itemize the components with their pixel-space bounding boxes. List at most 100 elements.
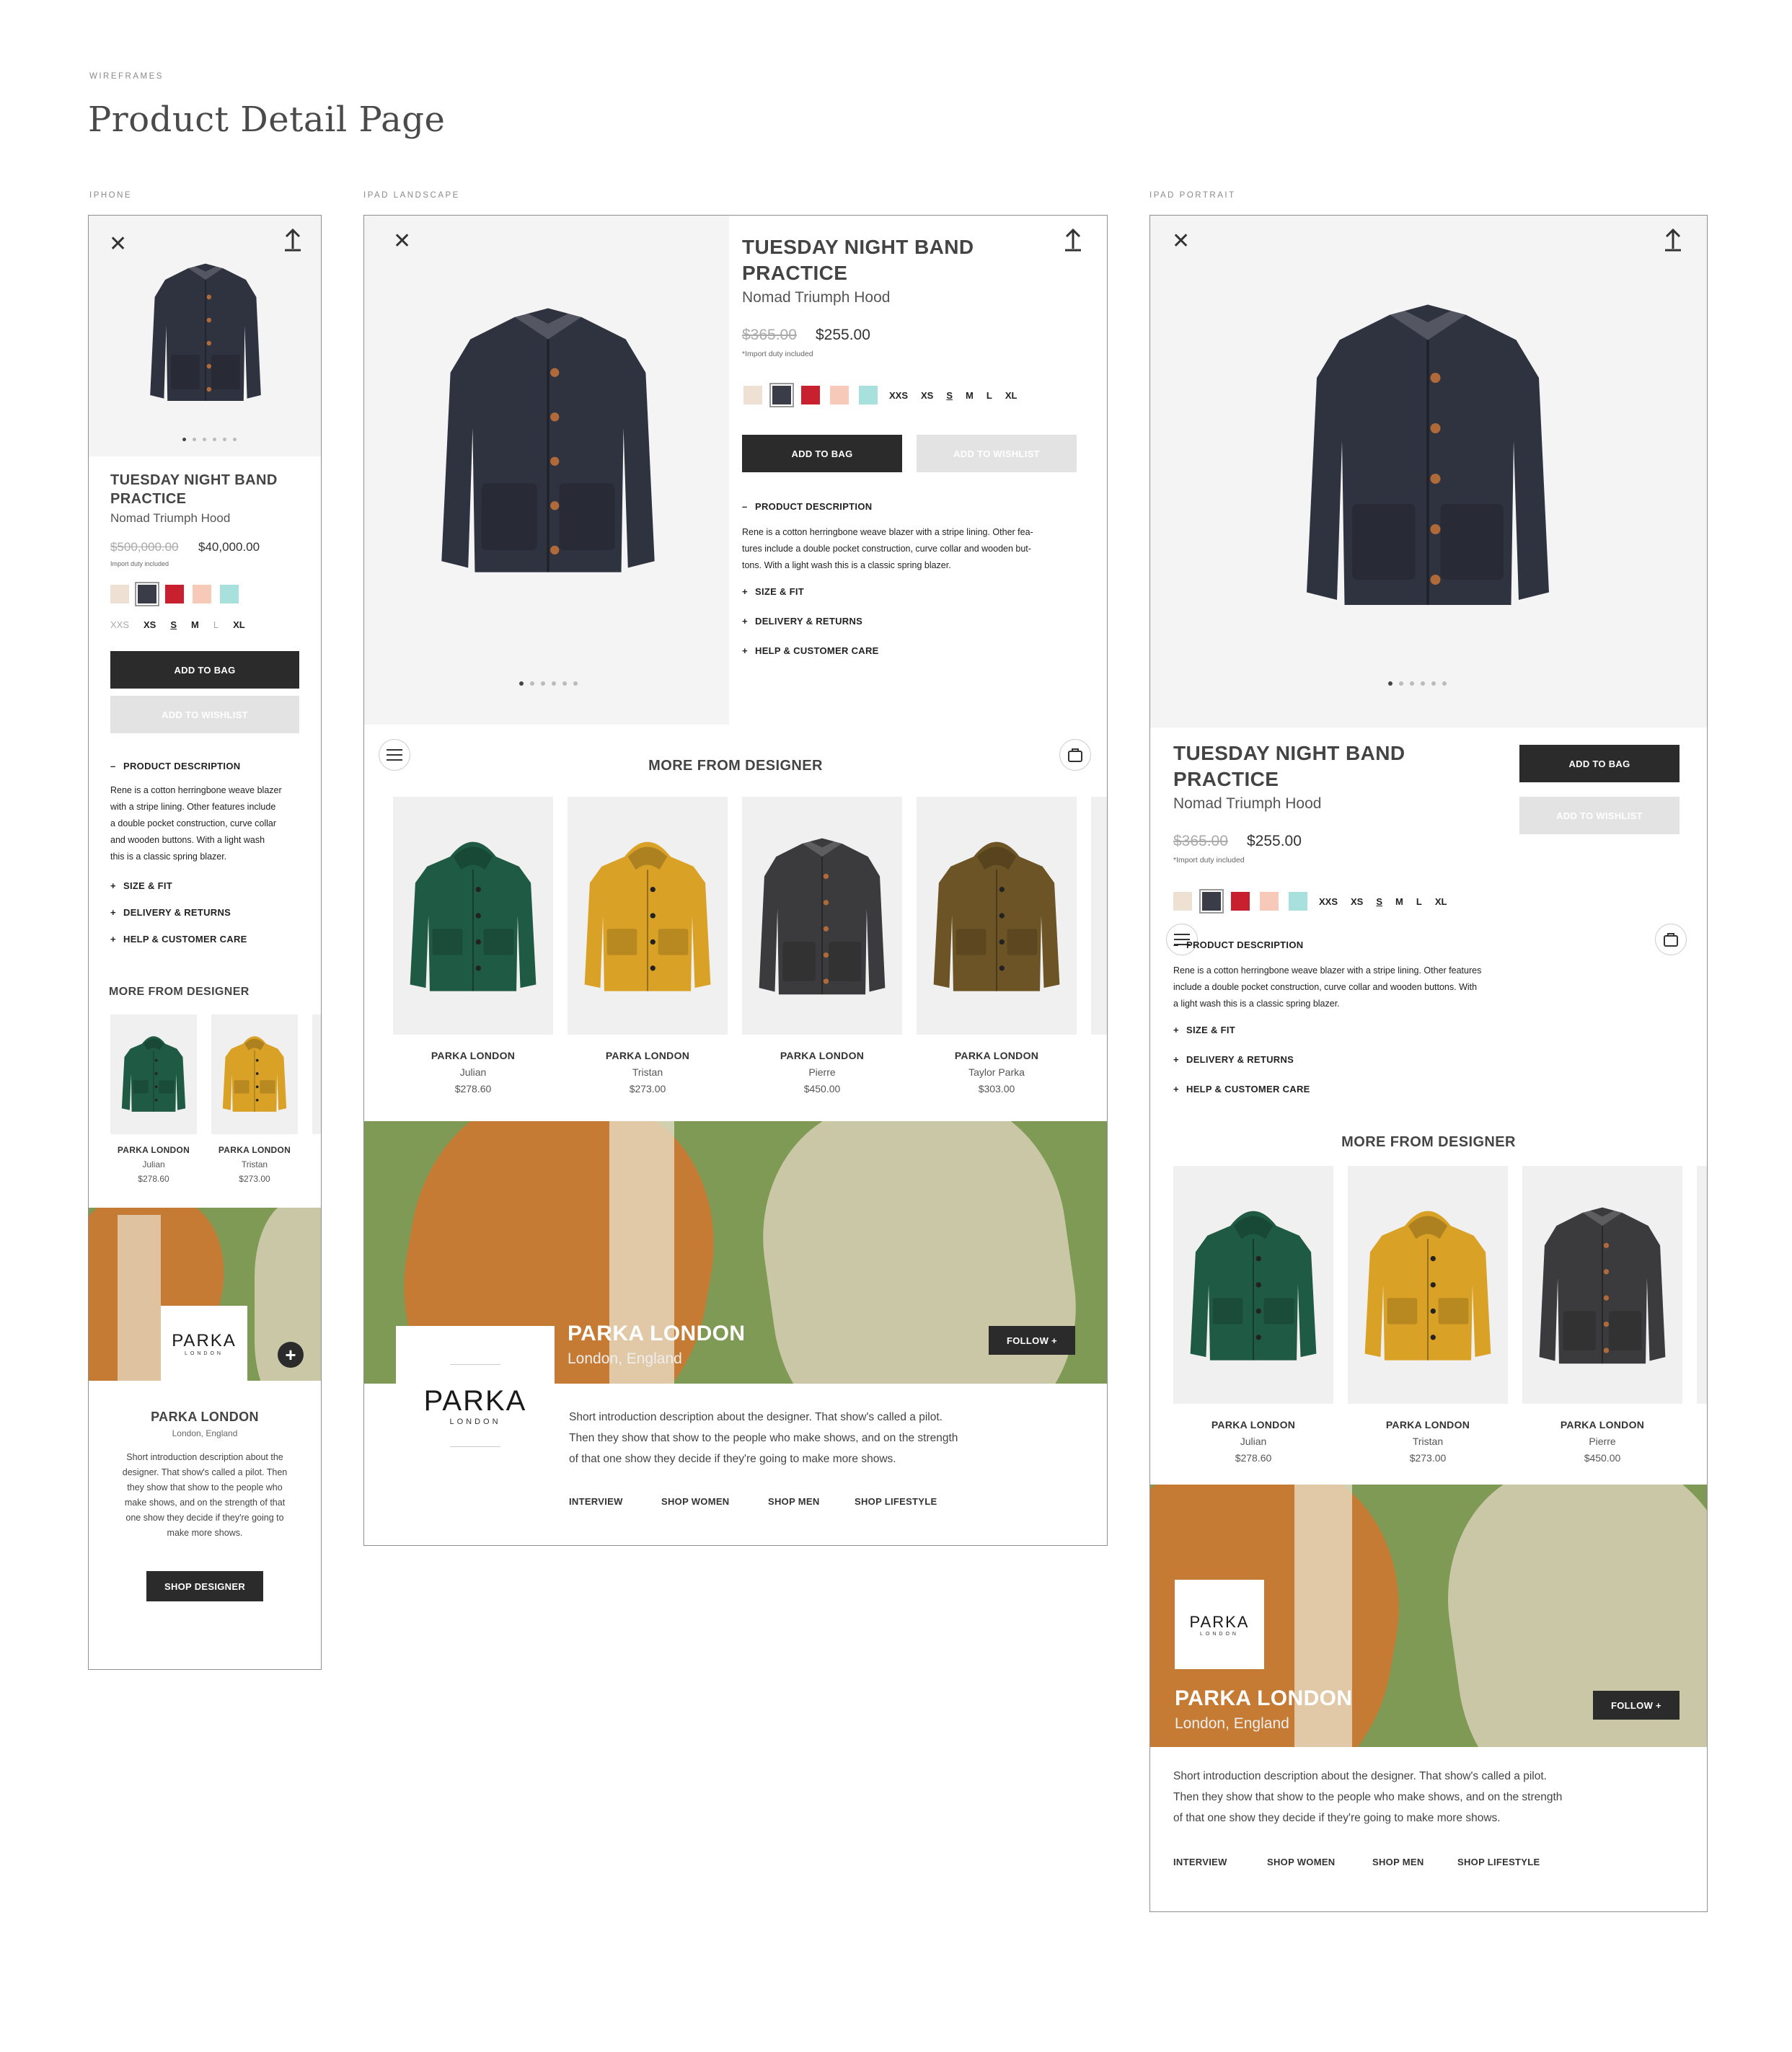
size-xxs[interactable]: XXS: [110, 619, 129, 630]
swatch-cream[interactable]: [110, 585, 129, 603]
size-m[interactable]: M: [966, 390, 974, 401]
section-help[interactable]: + HELP & CUSTOMER CARE: [1173, 1084, 1310, 1094]
swatch-cream[interactable]: [1173, 892, 1192, 911]
section-delivery-returns[interactable]: + DELIVERY & RETURNS: [742, 616, 862, 627]
swatch-aqua[interactable]: [1289, 892, 1307, 911]
follow-plus-icon[interactable]: +: [278, 1342, 304, 1368]
section-help[interactable]: + HELP & CUSTOMER CARE: [742, 645, 879, 656]
close-icon[interactable]: ✕: [1172, 229, 1190, 254]
section-product-description[interactable]: – PRODUCT DESCRIPTION: [110, 761, 240, 771]
product-card-image[interactable]: [1697, 1166, 1707, 1404]
follow-button[interactable]: FOLLOW +: [989, 1326, 1075, 1355]
product-card-image[interactable]: [1348, 1166, 1508, 1404]
product-card-image[interactable]: [211, 1014, 298, 1134]
size-s[interactable]: S: [946, 390, 953, 401]
add-to-wishlist-button[interactable]: ADD TO WISHLIST: [110, 696, 299, 733]
add-to-wishlist-button[interactable]: ADD TO WISHLIST: [1519, 797, 1680, 834]
product-card[interactable]: PARKA LONDON Tristan $273.00: [568, 1048, 728, 1097]
swatch-charcoal[interactable]: [1199, 889, 1224, 914]
swatch-cream[interactable]: [743, 386, 762, 404]
size-xxs[interactable]: XXS: [1319, 896, 1338, 907]
product-card[interactable]: PARKA LONDON Pierre $450.00: [742, 1048, 902, 1097]
product-card-image[interactable]: [742, 797, 902, 1035]
tab-shop-men[interactable]: SHOP MEN: [768, 1496, 820, 1507]
section-delivery-returns[interactable]: + DELIVERY & RETURNS: [110, 907, 231, 918]
tab-interview[interactable]: INTERVIEW: [569, 1496, 623, 1507]
size-m[interactable]: M: [1395, 896, 1403, 907]
swatch-aqua[interactable]: [220, 585, 239, 603]
section-product-description[interactable]: – PRODUCT DESCRIPTION: [742, 501, 872, 512]
size-xxs[interactable]: XXS: [889, 390, 908, 401]
swatch-charcoal[interactable]: [769, 383, 794, 407]
add-to-bag-button[interactable]: ADD TO BAG: [110, 651, 299, 689]
size-m[interactable]: M: [191, 619, 199, 630]
swatch-peach[interactable]: [193, 585, 211, 603]
add-to-wishlist-button[interactable]: ADD TO WISHLIST: [917, 435, 1077, 472]
tab-shop-women[interactable]: SHOP WOMEN: [1267, 1857, 1336, 1867]
tab-interview[interactable]: INTERVIEW: [1173, 1857, 1227, 1867]
bag-icon[interactable]: [1655, 924, 1687, 955]
product-subtitle: Nomad Triumph Hood: [1173, 795, 1322, 812]
tab-shop-lifestyle[interactable]: SHOP LIFESTYLE: [855, 1496, 937, 1507]
product-card[interactable]: PARKA LONDON Julian $278.60: [110, 1143, 197, 1186]
section-delivery-returns[interactable]: + DELIVERY & RETURNS: [1173, 1054, 1294, 1065]
size-xl[interactable]: XL: [1435, 896, 1447, 907]
size-xl[interactable]: XL: [233, 619, 245, 630]
swatch-peach[interactable]: [1260, 892, 1279, 911]
size-l[interactable]: L: [213, 619, 219, 630]
section-size-fit[interactable]: + SIZE & FIT: [742, 586, 804, 597]
product-card-image[interactable]: [312, 1014, 321, 1134]
swatch-red[interactable]: [801, 386, 820, 404]
carousel-dots[interactable]: [519, 681, 578, 686]
section-product-description[interactable]: – PRODUCT DESCRIPTION: [1173, 939, 1303, 950]
carousel-dots[interactable]: [1388, 681, 1447, 686]
product-card-image[interactable]: [110, 1014, 197, 1134]
swatch-charcoal[interactable]: [135, 582, 159, 606]
product-card[interactable]: PARKA LONDON Taylor Parka $303.00: [917, 1048, 1077, 1097]
size-xs[interactable]: XS: [144, 619, 156, 630]
size-l[interactable]: L: [1416, 896, 1422, 907]
tab-shop-lifestyle[interactable]: SHOP LIFESTYLE: [1457, 1857, 1540, 1867]
product-card-image[interactable]: [917, 797, 1077, 1035]
size-xl[interactable]: XL: [1005, 390, 1018, 401]
product-card[interactable]: PARKA LONDON Julian $278.60: [1173, 1417, 1333, 1467]
size-l[interactable]: L: [987, 390, 992, 401]
product-card[interactable]: PARKA LONDON Tristan $273.00: [211, 1143, 298, 1186]
product-card[interactable]: PARKA LONDON Tristan $273.00: [1348, 1417, 1508, 1467]
add-to-bag-button[interactable]: ADD TO BAG: [1519, 745, 1680, 782]
shop-designer-button[interactable]: SHOP DESIGNER: [146, 1571, 263, 1601]
size-xs[interactable]: XS: [921, 390, 933, 401]
follow-button[interactable]: FOLLOW +: [1593, 1691, 1680, 1720]
swatch-red[interactable]: [1231, 892, 1250, 911]
size-xs[interactable]: XS: [1351, 896, 1363, 907]
size-s[interactable]: S: [1376, 896, 1382, 907]
add-to-bag-button[interactable]: ADD TO BAG: [742, 435, 902, 472]
size-selector: XXS XS S M L XL: [889, 390, 1017, 401]
product-card[interactable]: PARKA LONDON Pierre $450.00: [1522, 1417, 1682, 1467]
section-size-fit[interactable]: + SIZE & FIT: [1173, 1025, 1235, 1035]
product-card-image[interactable]: [1091, 797, 1107, 1035]
swatch-aqua[interactable]: [859, 386, 878, 404]
product-card-image[interactable]: [393, 797, 553, 1035]
section-help[interactable]: + HELP & CUSTOMER CARE: [110, 934, 247, 945]
product-card-image[interactable]: [1173, 1166, 1333, 1404]
product-card-image[interactable]: [568, 797, 728, 1035]
section-size-fit[interactable]: + SIZE & FIT: [110, 880, 172, 891]
share-icon[interactable]: [283, 227, 302, 255]
size-s[interactable]: S: [170, 619, 177, 630]
share-icon[interactable]: [1664, 227, 1682, 255]
tab-shop-women[interactable]: SHOP WOMEN: [661, 1496, 730, 1507]
swatch-peach[interactable]: [830, 386, 849, 404]
close-icon[interactable]: ✕: [393, 229, 411, 254]
card-price: $303.00: [978, 1083, 1015, 1094]
product-card-image[interactable]: [1522, 1166, 1682, 1404]
section-label: PRODUCT DESCRIPTION: [123, 761, 241, 771]
ipad-landscape-frame: ✕ TUESDAY NIGHT BAND PRACTICE Nomad Triu…: [363, 215, 1108, 1546]
carousel-dots[interactable]: [182, 438, 237, 441]
close-icon[interactable]: ✕: [109, 231, 127, 257]
share-icon[interactable]: [1064, 227, 1082, 255]
product-card[interactable]: PARKA LONDON Julian $278.60: [393, 1048, 553, 1097]
ipad-portrait-frame: ✕ TUESDAY NIGHT BAND PRACTICE Nomad Triu…: [1149, 215, 1708, 1912]
tab-shop-men[interactable]: SHOP MEN: [1372, 1857, 1424, 1867]
swatch-red[interactable]: [165, 585, 184, 603]
